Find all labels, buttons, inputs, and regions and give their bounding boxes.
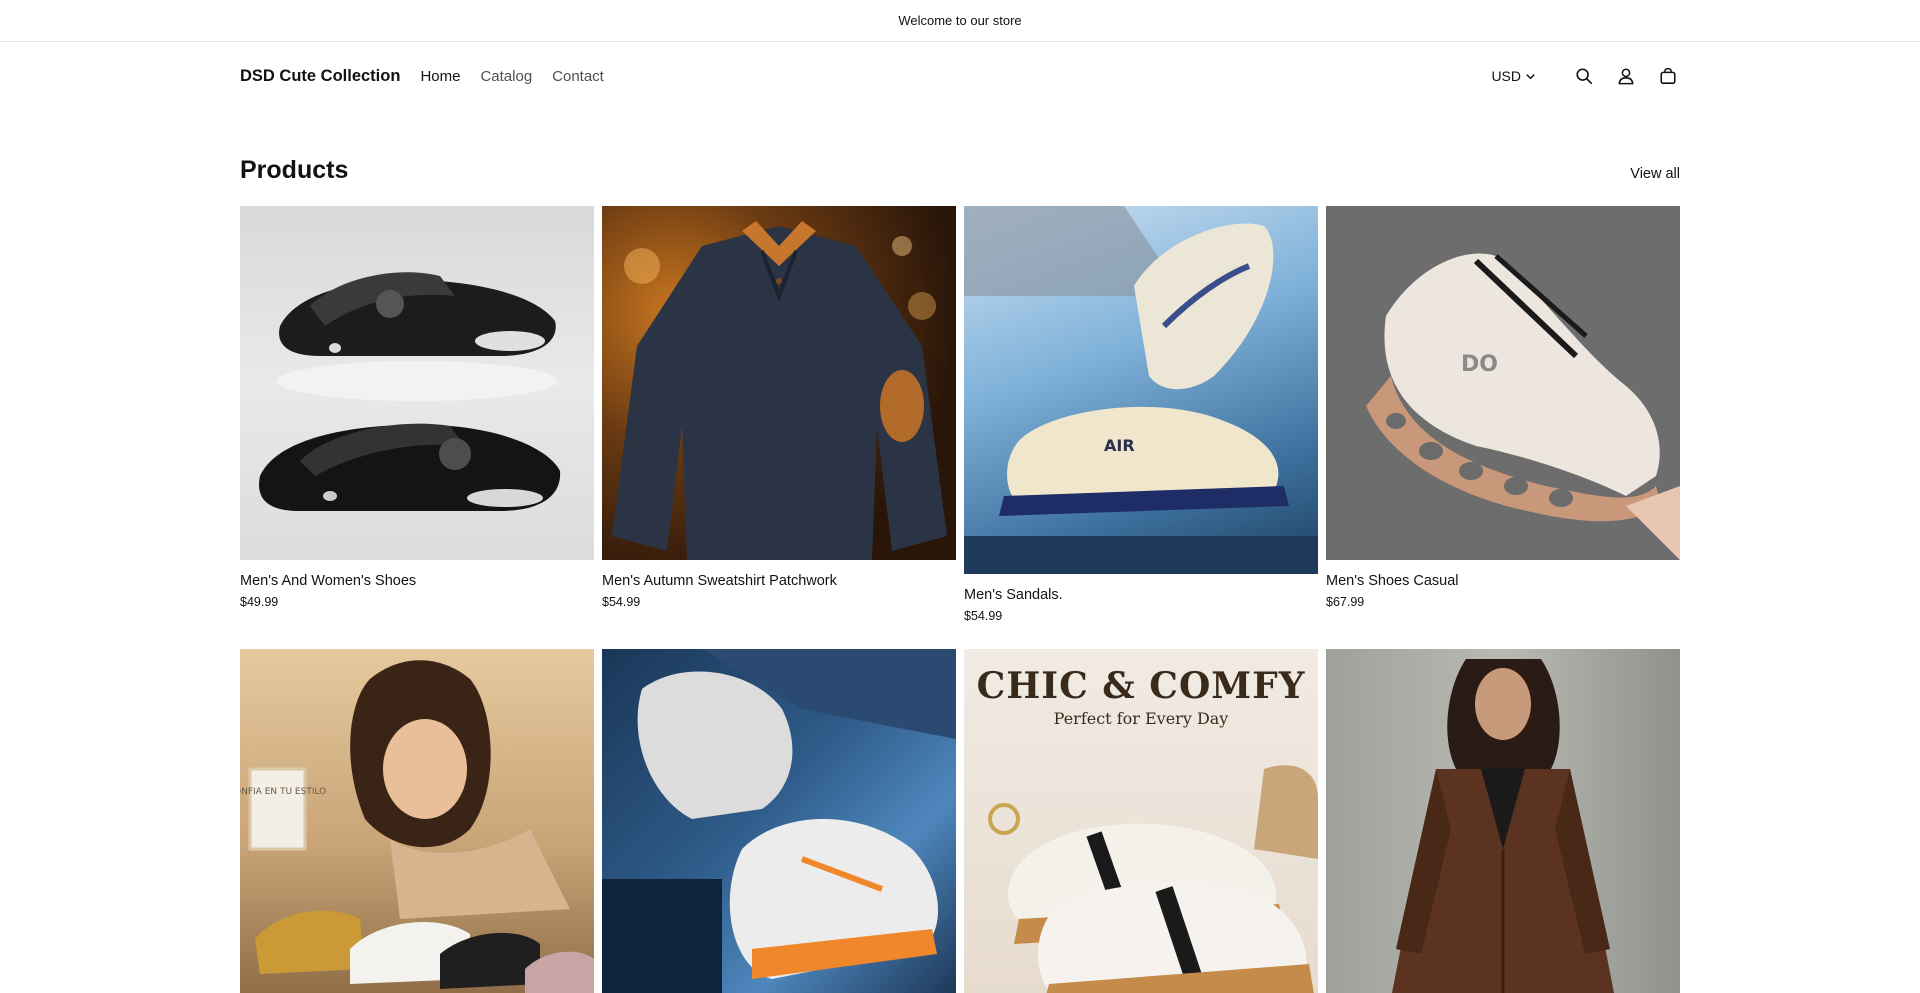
comfy-banner: CHIC & COMFY Perfect for Every Day [964, 665, 1318, 728]
product-card[interactable]: CHIC & COMFY Perfect for Every Day [964, 649, 1318, 993]
nav-home[interactable]: Home [420, 68, 460, 85]
product-price: $67.99 [1326, 595, 1365, 609]
sign-text: CONFIA EN TU ESTILO [240, 787, 326, 797]
cart-icon [1660, 67, 1676, 84]
product-card[interactable]: DO Men's Shoes Casual $67.99 [1326, 206, 1680, 624]
product-card[interactable]: Men's And Women's Shoes $49.99 [240, 206, 594, 624]
header-actions: USD [1491, 64, 1680, 88]
svg-text:DO: DO [1461, 352, 1498, 377]
view-all-link[interactable]: View all [1630, 166, 1680, 182]
account-icon [1618, 68, 1634, 85]
store-logo[interactable]: DSD Cute Collection [240, 67, 400, 86]
site-header: DSD Cute Collection Home Catalog Contact… [240, 42, 1680, 110]
product-title[interactable]: Men's Autumn Sweatshirt Patchwork [602, 572, 956, 590]
product-title[interactable]: Men's Sandals. [964, 586, 1318, 604]
nav-contact[interactable]: Contact [552, 68, 604, 85]
currency-selector[interactable]: USD [1491, 68, 1536, 84]
product-price: $54.99 [964, 609, 1003, 623]
comfy-banner-subtitle: Perfect for Every Day [1053, 709, 1229, 728]
product-grid: Men's And Women's Shoes $49.99 Men's Aut… [240, 206, 1680, 624]
product-card[interactable]: AIR Men's Sandals. $54.99 [964, 206, 1318, 624]
product-title[interactable]: Men's Shoes Casual [1326, 572, 1680, 590]
section-header: Products View all [240, 156, 1680, 185]
product-image-woman-platform-sneakers[interactable]: CONFIA EN TU ESTILO [240, 649, 594, 993]
product-card[interactable] [1326, 649, 1680, 993]
search-icon [1576, 68, 1593, 85]
product-title[interactable]: Men's And Women's Shoes [240, 572, 594, 590]
comfy-banner-title: CHIC & COMFY [976, 665, 1306, 707]
section-title: Products [240, 156, 349, 184]
product-image-white-orange-sneaker[interactable] [602, 649, 956, 993]
product-card[interactable]: CONFIA EN TU ESTILO [240, 649, 594, 993]
main-nav: Home Catalog Contact [420, 68, 623, 85]
product-price: $54.99 [602, 595, 641, 609]
announcement-text: Welcome to our store [898, 13, 1022, 28]
product-image-chic-comfy-shoes[interactable]: CHIC & COMFY Perfect for Every Day [964, 649, 1318, 993]
product-card[interactable]: Men's Autumn Sweatshirt Patchwork $54.99 [602, 206, 956, 624]
product-image-cream-sandals[interactable]: AIR [964, 206, 1318, 574]
product-image-black-clogs[interactable] [240, 206, 594, 560]
cart-button[interactable] [1656, 64, 1680, 88]
product-price: $49.99 [240, 595, 279, 609]
product-image-brown-coat[interactable] [1326, 649, 1680, 993]
product-card[interactable] [602, 649, 956, 993]
account-button[interactable] [1614, 64, 1638, 88]
product-grid-row-2: CONFIA EN TU ESTILO [240, 649, 1680, 993]
product-image-navy-sweater[interactable] [602, 206, 956, 560]
chevron-down-icon [1526, 73, 1535, 79]
products-section: Products View all Men's And Women's Shoe… [240, 156, 1680, 993]
nav-catalog[interactable]: Catalog [480, 68, 532, 85]
announcement-bar: Welcome to our store [0, 0, 1920, 42]
search-button[interactable] [1572, 64, 1596, 88]
currency-label: USD [1491, 68, 1521, 84]
product-image-pink-running-shoe[interactable]: DO [1326, 206, 1680, 560]
svg-text:AIR: AIR [1104, 436, 1135, 455]
